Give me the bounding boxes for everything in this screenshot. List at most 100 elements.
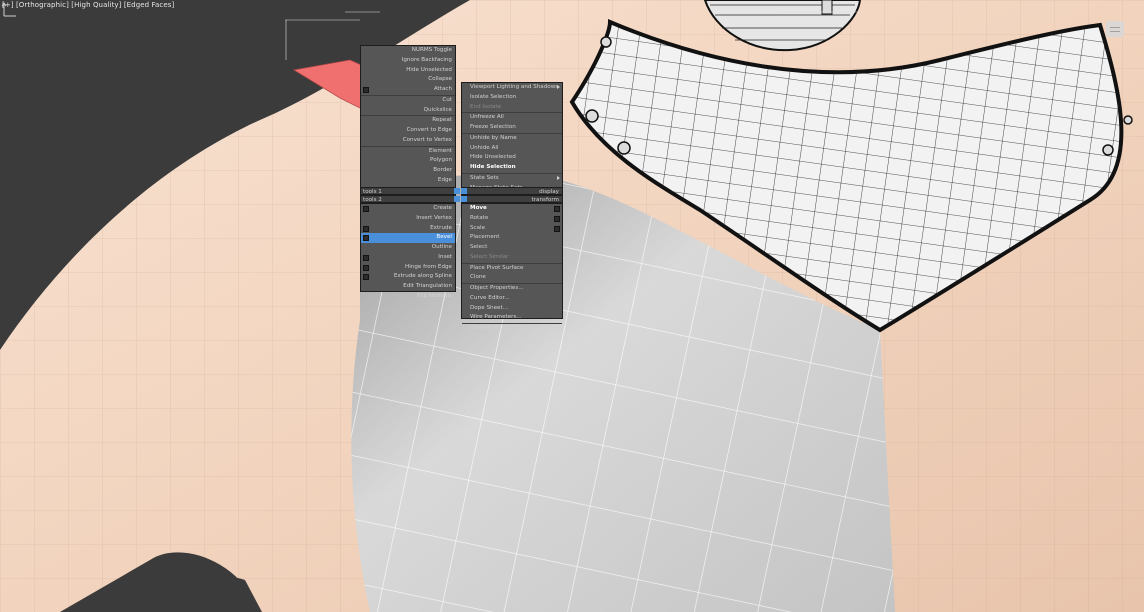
menu-item-border[interactable]: Border (361, 166, 455, 176)
menu-item-label: Flip Normals (417, 292, 452, 299)
menu-item-clone[interactable]: Clone (462, 273, 562, 283)
settings-box-icon[interactable] (554, 215, 560, 222)
menu-item-label: Placement (470, 234, 500, 241)
menu-item-viewport-lighting-and-shadows[interactable]: Viewport Lighting and Shadows (462, 83, 562, 93)
menu-item-nurms-toggle[interactable]: NURMS Toggle (361, 46, 455, 56)
menu-item-label: Scale (470, 224, 486, 231)
menu-item-attach[interactable]: Attach (361, 85, 455, 95)
settings-box-icon[interactable] (363, 87, 369, 93)
menu-item-dope-sheet[interactable]: Dope Sheet... (462, 304, 562, 314)
menu-item-extrude[interactable]: Extrude (361, 224, 455, 234)
menu-item-move[interactable]: Move (462, 204, 562, 214)
menu-item-label: Bevel (436, 234, 452, 241)
menu-item-label: Hide Unselected (406, 66, 452, 73)
settings-box-icon[interactable] (363, 206, 369, 212)
settings-box-icon[interactable] (363, 264, 369, 271)
viewport-label[interactable]: [+] [Orthographic] [High Quality] [Edged… (2, 1, 174, 9)
settings-box-icon[interactable] (363, 225, 369, 232)
menu-item-wire-parameters[interactable]: Wire Parameters... (462, 313, 562, 323)
menu-item-cut[interactable]: Cut (361, 94, 455, 106)
menu-item-placement[interactable]: Placement (462, 233, 562, 243)
quad-bar-display[interactable]: display (461, 187, 563, 195)
menu-item-ignore-backfacing[interactable]: Ignore Backfacing (361, 56, 455, 66)
menu-item-extrude-along-spline[interactable]: Extrude along Spline (361, 272, 455, 282)
menu-item-label: Insert Vertex (416, 214, 452, 221)
viewcube-menu-icon[interactable] (1106, 21, 1124, 37)
quad-center-tile-tl[interactable] (454, 188, 460, 194)
menu-item-flip-normals[interactable]: Flip Normals (361, 292, 455, 302)
quad-center-tile-br[interactable] (461, 196, 467, 202)
menu-item-inset[interactable]: Inset (361, 253, 455, 263)
menu-item-insert-vertex[interactable]: Insert Vertex (361, 214, 455, 224)
viewport-shading-menu[interactable]: [High Quality] (71, 1, 121, 9)
menu-item-unhide-by-name[interactable]: Unhide by Name (462, 132, 562, 144)
menu-item-convert-to-vertex[interactable]: Convert to Vertex (361, 136, 455, 146)
menu-item-object-properties[interactable]: Object Properties... (462, 283, 562, 294)
menu-item-convert-to-edge[interactable]: Convert to Edge (361, 126, 455, 136)
menu-item-label: Dope Sheet... (470, 304, 509, 311)
menu-item-polygon[interactable]: Polygon (361, 156, 455, 166)
menu-item-label: Isolate Selection (470, 93, 517, 100)
settings-box-icon[interactable] (363, 254, 369, 261)
menu-item-hide-unselected[interactable]: Hide Unselected (361, 66, 455, 76)
viewport-edged-faces-menu[interactable]: [Edged Faces] (124, 1, 175, 9)
menu-item-label: NURMS Toggle (411, 47, 452, 53)
quad-menu-tools1-upper: NURMS Toggle Ignore Backfacing Hide Unsele… (360, 45, 456, 202)
menu-item-label: Convert To: (470, 325, 502, 331)
menu-item-label: Hinge from Edge (405, 263, 452, 270)
menu-item-bevel[interactable]: Bevel (361, 233, 455, 243)
menu-item-label: State Sets (470, 174, 499, 181)
menu-item-place-pivot-surface[interactable]: Place Pivot Surface (462, 262, 562, 274)
menu-item-create[interactable]: Create (361, 204, 455, 214)
menu-item-end-isolate[interactable]: End Isolate (462, 103, 562, 113)
menu-item-select[interactable]: Select (462, 243, 562, 253)
quad-menu-transform-lower: Move Rotate Scale Placement Select Select Sim… (461, 203, 563, 331)
menu-item-label: Convert to Edge (406, 127, 452, 133)
menu-item-rotate[interactable]: Rotate (462, 214, 562, 224)
menu-item-repeat[interactable]: Repeat (361, 115, 455, 126)
menu-item-label: Select Similar (470, 253, 509, 260)
menu-item-element[interactable]: Element (361, 145, 455, 157)
menu-item-outline[interactable]: Outline (361, 243, 455, 253)
menu-item-label: Object Properties... (470, 285, 524, 291)
menu-item-label: Inset (438, 253, 452, 260)
quad-bar-transform[interactable]: transform (461, 195, 563, 203)
menu-item-label: Create (433, 205, 452, 211)
menu-item-label: Extrude (430, 224, 452, 231)
menu-item-unfreeze-all[interactable]: Unfreeze All (462, 112, 562, 123)
menu-item-select-similar[interactable]: Select Similar (462, 253, 562, 263)
menu-item-label: Repeat (432, 117, 452, 124)
quad-bar-tools2[interactable]: tools 2 (360, 195, 456, 203)
menu-item-scale[interactable]: Scale (462, 224, 562, 234)
settings-box-icon[interactable] (363, 235, 369, 242)
menu-item-state-sets[interactable]: State Sets (462, 172, 562, 184)
viewport-orthographic[interactable]: [+] [Orthographic] [High Quality] [Edged… (0, 0, 1144, 612)
quad-center-tile-tr[interactable] (461, 188, 467, 194)
menu-item-label: Border (433, 167, 452, 173)
settings-box-icon[interactable] (363, 274, 369, 281)
menu-item-label: Edit Triangulation (403, 283, 452, 289)
menu-item-label: Rotate (470, 214, 489, 221)
menu-item-freeze-selection[interactable]: Freeze Selection (462, 123, 562, 133)
menu-item-edit-triangulation[interactable]: Edit Triangulation (361, 282, 455, 292)
quad-center-tile-bl[interactable] (454, 196, 460, 202)
settings-box-icon[interactable] (554, 225, 560, 232)
menu-item-edge[interactable]: Edge (361, 176, 455, 186)
menu-item-convert-to[interactable]: Convert To: (462, 323, 562, 334)
menu-item-unhide-all[interactable]: Unhide All (462, 144, 562, 154)
menu-item-hinge-from-edge[interactable]: Hinge from Edge (361, 263, 455, 273)
quad-bar-tools1[interactable]: tools 1 (360, 187, 456, 195)
viewport-point-of-view-menu[interactable]: [Orthographic] (16, 1, 69, 9)
menu-item-label: Hide Unselected (470, 154, 516, 161)
menu-item-quickslice[interactable]: Quickslice (361, 106, 455, 116)
menu-item-collapse[interactable]: Collapse (361, 75, 455, 85)
submenu-arrow-icon (557, 85, 560, 89)
menu-item-label: Outline (431, 244, 452, 250)
viewport-scene (0, 0, 1144, 612)
menu-item-isolate-selection[interactable]: Isolate Selection (462, 93, 562, 103)
menu-item-curve-editor[interactable]: Curve Editor... (462, 294, 562, 304)
menu-item-hide-selection[interactable]: Hide Selection (462, 163, 562, 173)
menu-item-label: Polygon (430, 157, 452, 164)
settings-box-icon[interactable] (554, 206, 560, 212)
menu-item-hide-unselected[interactable]: Hide Unselected (462, 153, 562, 163)
